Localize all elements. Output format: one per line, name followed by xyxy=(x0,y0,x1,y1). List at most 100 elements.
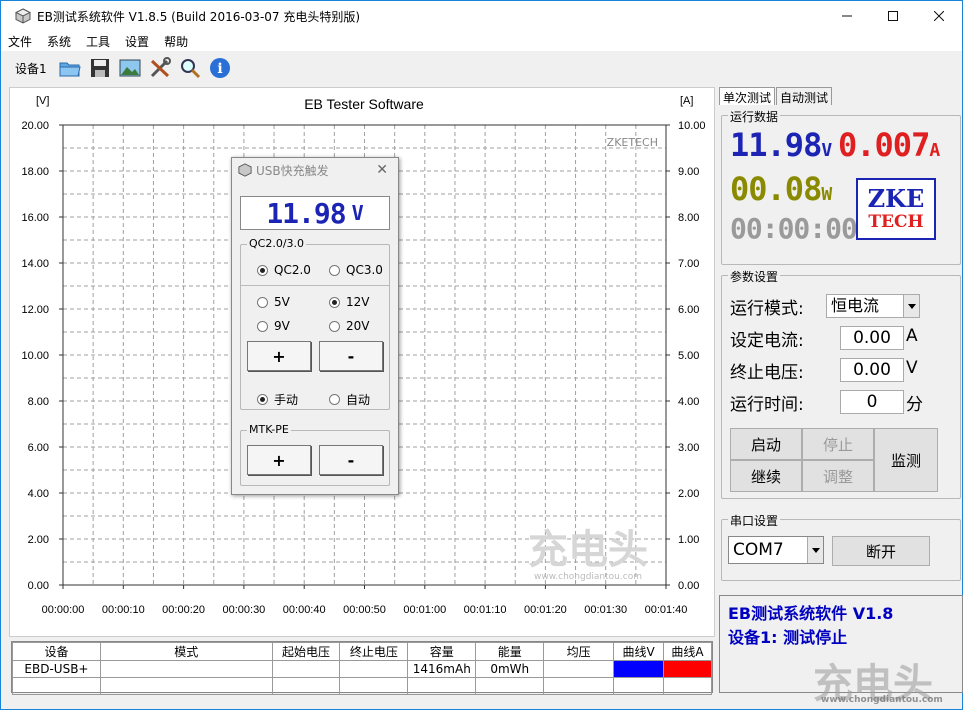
tab-auto-test[interactable]: 自动测试 xyxy=(776,87,833,105)
dialog-close-icon[interactable]: ✕ xyxy=(376,162,388,178)
y-tick-label: 4.00 xyxy=(28,488,49,500)
chevron-down-icon[interactable] xyxy=(807,537,823,563)
run-data-group: 运行数据 11.98V 0.007A 00.08W 00:00:00 ZKE T… xyxy=(721,108,961,265)
results-table: 设备 模式 起始电压 终止电压 容量 能量 均压 曲线V 曲线A EBD-USB… xyxy=(11,641,713,695)
start-button[interactable]: 启动 xyxy=(730,428,802,460)
menu-system[interactable]: 系统 xyxy=(40,33,79,50)
info-icon[interactable]: i xyxy=(207,55,233,81)
radio-manual[interactable]: 手动 xyxy=(257,391,298,408)
continue-button[interactable]: 继续 xyxy=(730,460,802,492)
close-button[interactable] xyxy=(916,1,962,31)
port-select[interactable]: COM7 xyxy=(728,536,824,564)
table-cell: EBD-USB+ xyxy=(12,660,101,678)
usb-trigger-dialog: USB快充触发 ✕ 11.98 V QC2.0/3.0 QC2.0 QC3.0 … xyxy=(231,157,399,495)
run-data-label: 运行数据 xyxy=(728,108,781,125)
x-tick-label: 00:01:00 xyxy=(403,604,446,616)
chevron-down-icon[interactable] xyxy=(903,295,919,317)
mtk-group: MTK-PE + - xyxy=(240,423,390,486)
menu-settings[interactable]: 设置 xyxy=(118,33,157,50)
serial-group: 串口设置 COM7 断开 xyxy=(721,512,961,581)
y2-tick-label: 6.00 xyxy=(678,304,699,316)
table-header: 模式 xyxy=(99,642,273,661)
current-input[interactable]: 0.00 xyxy=(840,326,904,350)
y2-tick-label: 2.00 xyxy=(678,488,699,500)
x-tick-label: 00:01:30 xyxy=(584,604,627,616)
mode-select[interactable]: 恒电流 xyxy=(826,294,920,318)
disconnect-button[interactable]: 断开 xyxy=(832,536,930,566)
search-icon[interactable] xyxy=(177,55,203,81)
y-tick-label: 8.00 xyxy=(28,396,49,408)
y-tick-label: 2.00 xyxy=(28,534,49,546)
current-unit: A xyxy=(929,140,940,161)
mtk-plus-button[interactable]: + xyxy=(247,445,311,475)
tools-icon[interactable] xyxy=(147,55,173,81)
right-panel: 单次测试 自动测试 运行数据 11.98V 0.007A 00.08W 00:0… xyxy=(719,87,963,693)
right-unit-label: [A] xyxy=(680,95,693,107)
curve-v-swatch[interactable] xyxy=(613,660,665,678)
left-unit-label: [V] xyxy=(36,95,49,107)
status-line-2: 设备1: 测试停止 xyxy=(728,628,848,647)
tab-single-test[interactable]: 单次测试 xyxy=(719,87,776,105)
y2-tick-label: 0.00 xyxy=(678,580,699,592)
radio-12v[interactable]: 12V xyxy=(329,295,369,309)
qc-group: QC2.0/3.0 QC2.0 QC3.0 5V 12V 9V 20V + - … xyxy=(240,237,390,410)
radio-manual-label: 手动 xyxy=(274,393,299,407)
dialog-titlebar: USB快充触发 xyxy=(232,158,398,182)
qc-plus-button[interactable]: + xyxy=(247,341,311,371)
voltage-value: 11.98 xyxy=(730,126,822,164)
y-tick-label: 0.00 xyxy=(28,580,49,592)
brand-watermark: ZKETECH xyxy=(607,136,658,149)
radio-qc20-label: QC2.0 xyxy=(274,263,311,277)
monitor-button[interactable]: 监测 xyxy=(874,428,938,492)
mode-label: 运行模式: xyxy=(730,299,804,319)
minimize-button[interactable] xyxy=(824,1,870,31)
toolbar: 设备1 i xyxy=(1,53,962,83)
radio-5v-label: 5V xyxy=(274,295,290,309)
status-line-1: EB测试系统软件 V1.8 xyxy=(728,604,894,623)
radio-9v[interactable]: 9V xyxy=(257,319,290,333)
power-readout: 00.08W xyxy=(730,170,832,208)
x-tick-label: 00:00:20 xyxy=(162,604,205,616)
app-icon xyxy=(15,8,31,24)
maximize-button[interactable] xyxy=(870,1,916,31)
curve-a-swatch[interactable] xyxy=(663,660,712,678)
cutoff-input[interactable]: 0.00 xyxy=(840,358,904,382)
close-icon xyxy=(934,11,944,21)
radio-qc20[interactable]: QC2.0 xyxy=(257,263,311,277)
logo-top-text: ZKE xyxy=(867,184,925,213)
radio-20v[interactable]: 20V xyxy=(329,319,369,333)
save-icon[interactable] xyxy=(87,55,113,81)
table-header: 曲线V xyxy=(613,642,665,661)
port-value: COM7 xyxy=(733,540,784,560)
x-tick-label: 00:00:40 xyxy=(283,604,326,616)
menu-tools[interactable]: 工具 xyxy=(79,33,118,50)
power-value: 00.08 xyxy=(730,170,822,208)
x-tick-label: 00:00:30 xyxy=(222,604,265,616)
table-cell xyxy=(543,660,615,678)
voltage-unit: V xyxy=(821,140,832,161)
stop-button[interactable]: 停止 xyxy=(802,428,874,460)
table-header: 均压 xyxy=(543,642,615,661)
qc-group-label: QC2.0/3.0 xyxy=(247,237,307,250)
device-label[interactable]: 设备1 xyxy=(15,60,47,77)
app-window: EB测试系统软件 V1.8.5 (Build 2016-03-07 充电头特别版… xyxy=(0,0,963,710)
radio-20v-label: 20V xyxy=(346,319,370,333)
mtk-minus-button[interactable]: - xyxy=(319,445,383,475)
adjust-button[interactable]: 调整 xyxy=(802,460,874,492)
time-readout: 00:00:00 xyxy=(730,212,858,245)
table-row xyxy=(12,677,712,695)
table-cell xyxy=(339,660,409,678)
radio-5v[interactable]: 5V xyxy=(257,295,290,309)
minimize-icon xyxy=(842,15,852,17)
menu-file[interactable]: 文件 xyxy=(1,33,40,50)
radio-qc30[interactable]: QC3.0 xyxy=(329,263,383,277)
menu-help[interactable]: 帮助 xyxy=(157,33,196,50)
radio-auto[interactable]: 自动 xyxy=(329,391,370,408)
time-input[interactable]: 0 xyxy=(840,390,904,414)
table-row[interactable]: EBD-USB+ 1416mAh 0mWh xyxy=(12,660,712,678)
current-input-unit: A xyxy=(906,326,918,346)
qc-minus-button[interactable]: - xyxy=(319,341,383,371)
y-tick-label: 20.00 xyxy=(21,120,49,132)
image-icon[interactable] xyxy=(117,55,143,81)
open-folder-icon[interactable] xyxy=(57,55,83,81)
